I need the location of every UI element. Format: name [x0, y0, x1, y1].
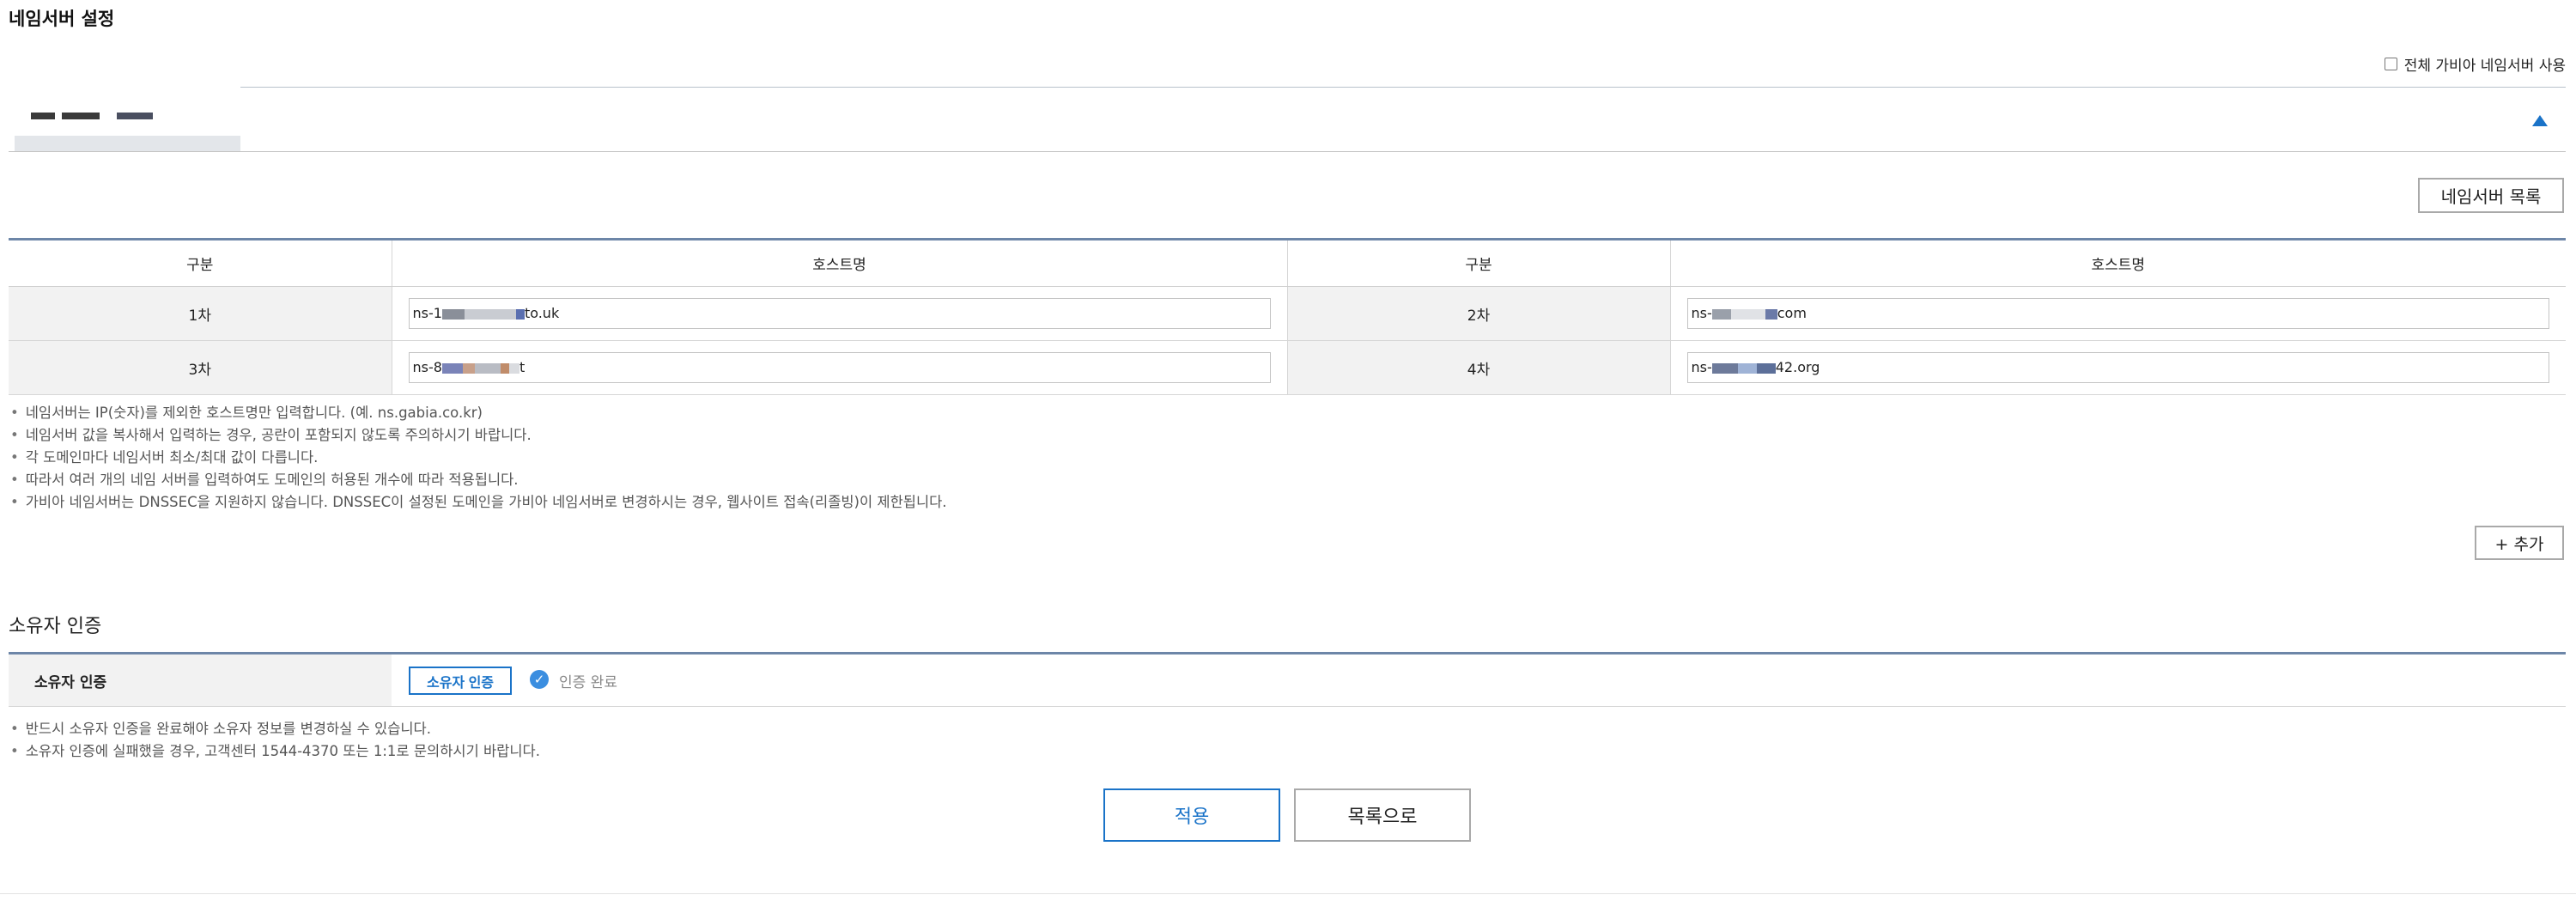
note-item: 따라서 여러 개의 네임 서버를 입력하여도 도메인의 허용된 개수에 따라 적…: [10, 469, 1728, 491]
obscured-text: [441, 308, 465, 320]
add-nameserver-button[interactable]: + 추가: [2475, 526, 2564, 560]
nameserver-list-button[interactable]: 네임서버 목록: [2418, 178, 2564, 213]
nameserver-4-input[interactable]: ns- 42.org: [1686, 352, 2549, 383]
obscured-text: [1711, 308, 1731, 320]
apply-button[interactable]: 적용: [1103, 788, 1280, 842]
obscured-text: [1711, 362, 1738, 374]
ns-label-1: 1차: [9, 286, 392, 341]
obscured-text: [1756, 362, 1776, 374]
hostname-suffix: t: [519, 359, 526, 375]
hostname-prefix: ns-8: [412, 359, 442, 375]
note-item: 반드시 소유자 인증을 완료해야 소유자 정보를 변경하실 수 있습니다.: [10, 718, 1728, 740]
use-all-gabia-ns-option[interactable]: 전체 가비아 네임서버 사용: [2384, 53, 2566, 75]
hostname-prefix: ns-1: [412, 305, 442, 321]
hostname-prefix: ns-: [1691, 305, 1712, 321]
domain-tab-underline: [15, 136, 240, 151]
obscured-domain-text: [117, 113, 153, 119]
page-bottom-line: [0, 893, 2576, 894]
ns-label-4: 4차: [1286, 340, 1670, 395]
nameserver-3-input[interactable]: ns-8 t: [408, 352, 1271, 383]
hostname-suffix: to.uk: [524, 305, 560, 321]
note-item: 네임서버는 IP(숫자)를 제외한 호스트명만 입력합니다. (예. ns.ga…: [10, 402, 1728, 424]
back-to-list-button[interactable]: 목록으로: [1294, 788, 1471, 842]
column-header-hostname: 호스트명: [1669, 240, 2566, 287]
owner-verify-button[interactable]: 소유자 인증: [409, 667, 512, 695]
check-icon: ✓: [530, 670, 549, 689]
obscured-text: [1737, 362, 1757, 374]
obscured-domain-text: [31, 113, 55, 119]
ns-label-2: 2차: [1286, 286, 1670, 341]
note-item: 네임서버 값을 복사해서 입력하는 경우, 공란이 포함되지 않도록 주의하시기…: [10, 424, 1728, 447]
table-row: 3차 ns-8 t 4차 ns- 42.org: [9, 340, 2566, 395]
hostname-suffix: 42.org: [1775, 359, 1820, 375]
note-item: 가비아 네임서버는 DNSSEC을 지원하지 않습니다. DNSSEC이 설정된…: [10, 491, 1728, 514]
obscured-text: [462, 362, 475, 374]
owner-notes: 반드시 소유자 인증을 완료해야 소유자 정보를 변경하실 수 있습니다. 소유…: [10, 718, 1728, 763]
owner-row-label-cell: 소유자 인증: [9, 654, 392, 706]
obscured-text: [464, 308, 516, 320]
obscured-text: [474, 362, 501, 374]
ns-label-3: 3차: [9, 340, 392, 395]
nameserver-table: 구분 호스트명 구분 호스트명 1차 ns-1 to.uk 2차 ns-com 3…: [9, 240, 2566, 395]
note-item: 소유자 인증에 실패했을 경우, 고객센터 1544-4370 또는 1:1로 …: [10, 740, 1728, 763]
obscured-text: [515, 308, 525, 320]
obscured-text: [508, 362, 519, 374]
tab-top-line: [240, 87, 2566, 88]
domain-tab[interactable]: [10, 89, 242, 151]
nameserver-notes: 네임서버는 IP(숫자)를 제외한 호스트명만 입력합니다. (예. ns.ga…: [10, 402, 1728, 514]
hostname-prefix: ns-: [1691, 359, 1712, 375]
owner-section-title: 소유자 인증: [9, 616, 102, 637]
nameserver-1-input[interactable]: ns-1 to.uk: [408, 298, 1271, 329]
page-title: 네임서버 설정: [9, 9, 115, 29]
table-row: 1차 ns-1 to.uk 2차 ns-com: [9, 286, 2566, 341]
obscured-text: [1730, 308, 1765, 320]
nameserver-2-input[interactable]: ns-com: [1686, 298, 2549, 329]
use-all-label: 전체 가비아 네임서버 사용: [2403, 58, 2566, 75]
obscured-text: [500, 362, 509, 374]
obscured-text: [441, 362, 463, 374]
owner-row-label: 소유자 인증: [34, 673, 107, 691]
hostname-suffix: com: [1777, 305, 1807, 321]
obscured-text: [1765, 308, 1777, 320]
column-header-type: 구분: [9, 240, 392, 287]
collapse-arrow-icon[interactable]: [2532, 115, 2548, 126]
tab-bottom-line: [9, 151, 2566, 152]
column-header-type: 구분: [1286, 240, 1670, 287]
verification-status: 인증 완료: [559, 674, 617, 691]
obscured-domain-text: [62, 113, 100, 119]
owner-table-top-border: [9, 652, 2566, 654]
note-item: 각 도메인마다 네임서버 최소/최대 값이 다릅니다.: [10, 447, 1728, 469]
owner-row-bottom-line: [9, 706, 2566, 707]
use-all-checkbox[interactable]: [2384, 58, 2397, 70]
column-header-hostname: 호스트명: [391, 240, 1287, 287]
